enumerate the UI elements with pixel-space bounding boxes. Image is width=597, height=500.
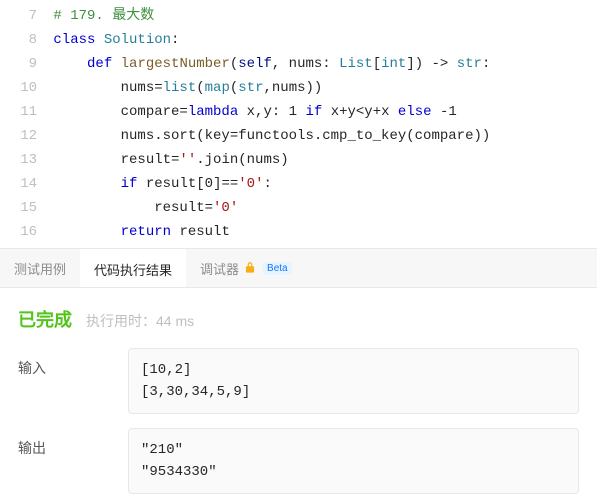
results-tabs: 测试用例 代码执行结果 调试器 Beta	[0, 248, 597, 288]
result-row: 输出"210" "9534330"	[18, 428, 579, 494]
result-box[interactable]: [10,2] [3,30,34,5,9]	[128, 348, 579, 414]
tab-label: 调试器	[200, 259, 239, 278]
code-area[interactable]: # 179. 最大数 class Solution: def largestNu…	[45, 0, 597, 248]
line-number: 9	[0, 52, 37, 76]
tab-代码执行结果[interactable]: 代码执行结果	[80, 249, 186, 287]
line-number: 11	[0, 100, 37, 124]
line-number: 10	[0, 76, 37, 100]
line-gutter: 78910111213141516	[0, 0, 45, 248]
line-number: 8	[0, 28, 37, 52]
tab-label: 测试用例	[14, 259, 66, 278]
code-editor[interactable]: 78910111213141516 # 179. 最大数 class Solut…	[0, 0, 597, 248]
lock-icon	[243, 261, 257, 275]
line-number: 16	[0, 220, 37, 244]
line-number: 13	[0, 148, 37, 172]
run-timing: 执行用时：44 ms	[86, 311, 194, 331]
beta-badge: Beta	[263, 262, 292, 275]
code-line[interactable]: nums.sort(key=functools.cmp_to_key(compa…	[45, 124, 597, 148]
result-label: 输入	[18, 348, 128, 378]
result-box[interactable]: "210" "9534330"	[128, 428, 579, 494]
code-line[interactable]: result='0'	[45, 196, 597, 220]
line-number: 7	[0, 4, 37, 28]
code-line[interactable]: nums=list(map(str,nums))	[45, 76, 597, 100]
result-row: 输入[10,2] [3,30,34,5,9]	[18, 348, 579, 414]
line-number: 12	[0, 124, 37, 148]
tab-调试器[interactable]: 调试器 Beta	[186, 249, 306, 287]
code-line[interactable]: if result[0]=='0':	[45, 172, 597, 196]
code-line[interactable]: result=''.join(nums)	[45, 148, 597, 172]
run-status: 已完成	[18, 306, 72, 332]
tab-测试用例[interactable]: 测试用例	[0, 249, 80, 287]
result-rows: 输入[10,2] [3,30,34,5,9]输出"210" "9534330"预…	[18, 348, 579, 500]
code-line[interactable]: class Solution:	[45, 28, 597, 52]
code-line[interactable]: # 179. 最大数	[45, 4, 597, 28]
code-line[interactable]: compare=lambda x,y: 1 if x+y<y+x else -1	[45, 100, 597, 124]
result-label: 输出	[18, 428, 128, 458]
code-line[interactable]: def largestNumber(self, nums: List[int])…	[45, 52, 597, 76]
tab-label: 代码执行结果	[94, 260, 172, 279]
code-line[interactable]: return result	[45, 220, 597, 244]
line-number: 15	[0, 196, 37, 220]
line-number: 14	[0, 172, 37, 196]
results-panel: 已完成 执行用时：44 ms 输入[10,2] [3,30,34,5,9]输出"…	[0, 288, 597, 500]
